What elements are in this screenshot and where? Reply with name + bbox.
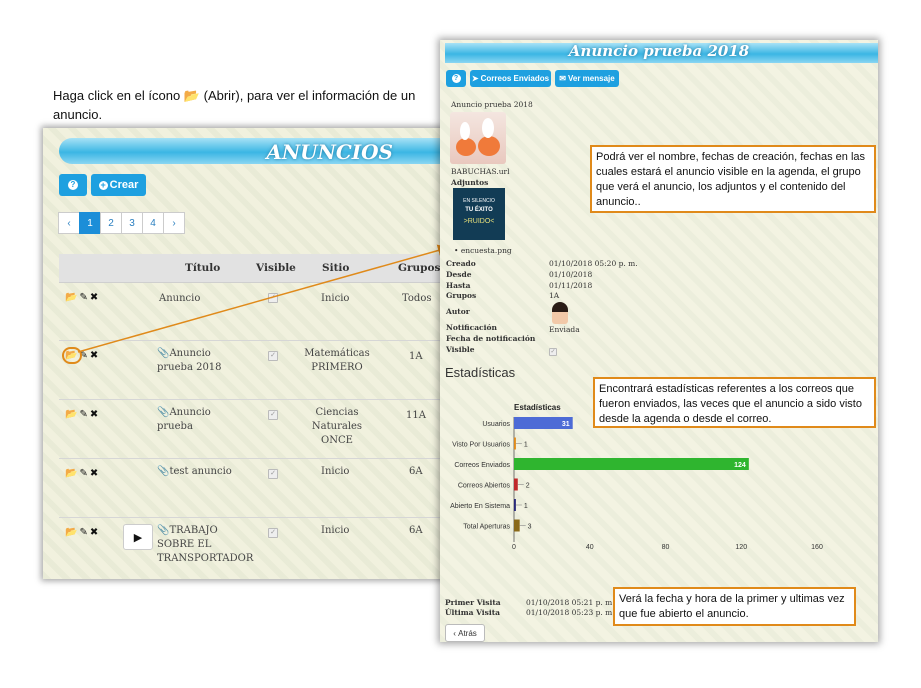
sent-mail-button[interactable]: ➤ Correos Enviados <box>470 70 551 87</box>
attachment-image[interactable]: EN SILENCIO TU ÉXITO >RUIDO< <box>453 188 505 240</box>
visits-labels: Primer Visita Última Visita <box>445 598 501 618</box>
x-tick-label: 160 <box>811 544 823 551</box>
chevron-left-icon: ‹ <box>453 628 456 638</box>
bar-category-label: Abierto En Sistema <box>450 503 510 510</box>
detail-label: Notificación <box>446 322 497 332</box>
detail-label: Fecha de notificación <box>446 333 536 343</box>
poster-line1: EN SILENCIO <box>463 198 495 204</box>
url-file[interactable]: BABUCHAS.url <box>451 167 510 176</box>
bar-category-label: Correos Enviados <box>454 462 510 469</box>
bar-category-label: Visto Por Usuarios <box>452 442 510 449</box>
detail-label: Creado <box>446 259 476 268</box>
detail-title: Anuncio prueba 2018 <box>568 42 750 60</box>
callout-details: Podrá ver el nombre, fechas de creación,… <box>590 145 876 213</box>
attachments-label: Adjuntos <box>451 178 489 187</box>
view-message-button[interactable]: ✉ Ver mensaje <box>555 70 619 87</box>
x-tick-label: 120 <box>735 544 747 551</box>
back-label: Atrás <box>458 628 477 638</box>
announcement-name: Anuncio prueba 2018 <box>451 100 533 109</box>
bar <box>514 499 516 511</box>
poster-line3: >RUIDO< <box>463 218 495 225</box>
slippers-image <box>450 112 506 164</box>
last-visit-value: 01/10/2018 05:23 p. m. <box>526 608 615 617</box>
avatar <box>552 302 568 324</box>
help-button[interactable]: ? <box>446 70 466 87</box>
back-button[interactable]: ‹ Atrás <box>445 624 485 642</box>
bar-category-label: Usuarios <box>482 421 510 428</box>
first-visit-value: 01/10/2018 05:21 p. m. <box>526 598 615 607</box>
detail-value: 01/11/2018 <box>549 280 593 290</box>
first-visit-label: Primer Visita <box>445 598 501 607</box>
x-tick-label: 80 <box>662 544 670 551</box>
attachment-file[interactable]: • encuesta.png <box>454 246 512 255</box>
callout-stats: Encontrará estadísticas referentes a los… <box>593 377 876 428</box>
help-icon: ? <box>451 74 461 83</box>
view-message-label: Ver mensaje <box>568 74 615 83</box>
bar <box>514 437 516 450</box>
bar-value-label: 1 <box>524 442 528 449</box>
sent-mail-label: Correos Enviados <box>480 74 550 83</box>
stats-heading: Estadísticas <box>445 365 516 380</box>
detail-label: Autor <box>446 307 470 317</box>
chart-title: Estadísticas <box>514 403 561 412</box>
bar-value-label: 2 <box>526 483 530 490</box>
bar <box>514 458 749 470</box>
detail-value: 01/10/2018 <box>549 269 593 279</box>
envelope-icon: ✉ <box>559 74 566 83</box>
detail-label: Desde <box>446 269 472 279</box>
poster-line2: TU ÉXITO <box>465 207 493 213</box>
detail-label: Hasta <box>446 280 471 290</box>
visits-values: 01/10/2018 05:21 p. m. 01/10/2018 05:23 … <box>526 598 615 618</box>
bar-category-label: Correos Abiertos <box>458 483 511 490</box>
detail-label: Grupos <box>446 291 477 301</box>
bar-category-label: Total Aperturas <box>463 524 510 531</box>
last-visit-label: Última Visita <box>445 608 501 617</box>
visible-checkbox: ✓ <box>549 348 557 356</box>
bar-value-label: 124 <box>734 462 746 469</box>
callout-visits: Verá la fecha y hora de la primer y ulti… <box>613 587 856 626</box>
detail-value: 01/10/2018 05:20 p. m. <box>549 259 638 268</box>
x-tick-label: 40 <box>586 544 594 551</box>
details-labels: Creado Desde Hasta Grupos Autor Notifica… <box>446 259 566 355</box>
attachment-file-name: encuesta.png <box>460 246 512 255</box>
notification-value: Enviada <box>549 325 580 334</box>
detail-label: Visible <box>446 344 475 354</box>
send-icon: ➤ <box>471 74 479 83</box>
bar-value-label: 31 <box>562 421 570 428</box>
bar <box>514 519 520 532</box>
detail-value: 1A <box>549 291 560 301</box>
x-tick-label: 0 <box>512 544 516 551</box>
bar <box>514 478 518 491</box>
bar-value-label: 1 <box>524 503 528 510</box>
details-values: 01/10/2018 05:20 p. m. 01/10/2018 01/11/… <box>549 259 638 302</box>
bar-value-label: 3 <box>528 524 532 531</box>
announcement-detail-panel: Anuncio prueba 2018 ? ➤ Correos Enviados … <box>440 40 878 642</box>
